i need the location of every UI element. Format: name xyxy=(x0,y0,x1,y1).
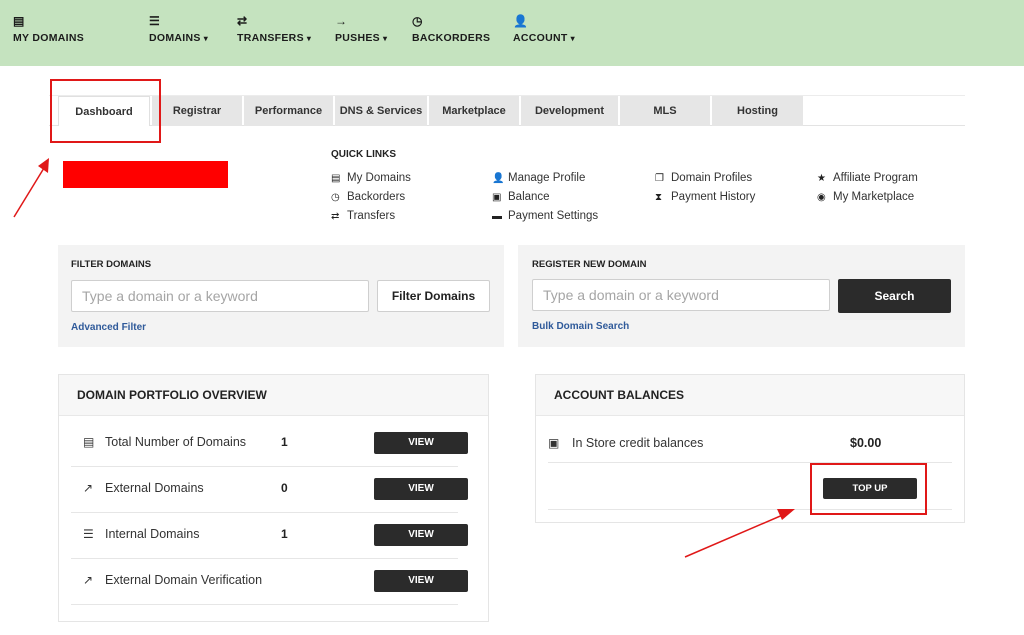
arrow-to-top-up xyxy=(684,509,795,558)
annotation-arrows xyxy=(13,158,795,558)
arrow-to-dashboard xyxy=(13,158,49,218)
